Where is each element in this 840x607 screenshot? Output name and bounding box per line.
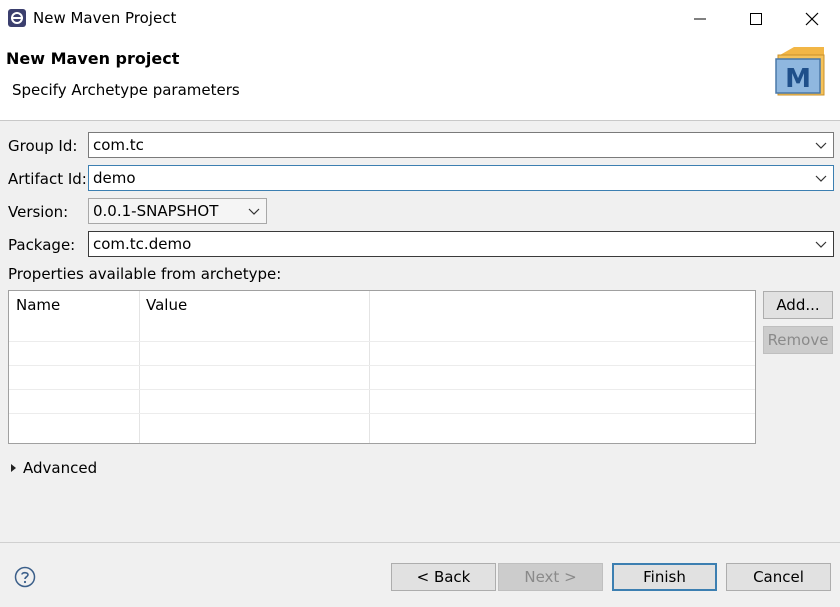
group-id-value: com.tc [93, 136, 144, 154]
table-row [9, 365, 755, 366]
logo-letter: M [785, 64, 811, 94]
title-bar: New Maven Project [0, 0, 840, 37]
cancel-button[interactable]: Cancel [726, 563, 831, 591]
version-select[interactable]: 0.0.1-SNAPSHOT [88, 198, 267, 224]
chevron-down-icon [248, 208, 260, 215]
remove-property-button[interactable]: Remove [763, 326, 833, 354]
package-label: Package: [8, 236, 76, 254]
chevron-down-icon [815, 241, 827, 248]
chevron-down-icon [815, 142, 827, 149]
column-divider[interactable] [369, 291, 370, 443]
maven-logo-icon: M [775, 47, 825, 96]
chevron-down-icon [815, 175, 827, 182]
group-id-combo[interactable]: com.tc [88, 132, 834, 158]
column-header-name[interactable]: Name [16, 296, 60, 314]
column-divider[interactable] [139, 291, 140, 443]
artifact-id-label: Artifact Id: [8, 170, 87, 188]
help-button[interactable] [14, 566, 36, 588]
eclipse-icon [8, 9, 26, 27]
column-header-value[interactable]: Value [146, 296, 187, 314]
maximize-button[interactable] [728, 0, 784, 37]
help-icon [14, 566, 36, 588]
package-value: com.tc.demo [93, 235, 192, 253]
minimize-icon [694, 18, 706, 19]
window-title: New Maven Project [33, 9, 177, 27]
properties-label: Properties available from archetype: [8, 265, 282, 283]
minimize-button[interactable] [672, 0, 728, 37]
maximize-icon [750, 12, 762, 25]
page-title: New Maven project [6, 49, 180, 68]
footer-divider [0, 542, 840, 543]
version-label: Version: [8, 203, 69, 221]
back-button[interactable]: < Back [391, 563, 496, 591]
add-property-button[interactable]: Add... [763, 291, 833, 319]
next-button[interactable]: Next > [498, 563, 603, 591]
close-icon [805, 12, 819, 25]
wizard-header: New Maven project Specify Archetype para… [0, 37, 840, 121]
group-id-label: Group Id: [8, 137, 78, 155]
chevron-right-icon [11, 464, 16, 472]
artifact-id-combo[interactable]: demo [88, 165, 834, 191]
advanced-toggle[interactable]: Advanced [8, 459, 97, 477]
finish-button[interactable]: Finish [612, 563, 717, 591]
table-row [9, 389, 755, 390]
artifact-id-value: demo [93, 169, 136, 187]
package-combo[interactable]: com.tc.demo [88, 231, 834, 257]
page-subtitle: Specify Archetype parameters [12, 81, 240, 99]
properties-table[interactable]: Name Value [8, 290, 756, 444]
table-row [9, 341, 755, 342]
close-button[interactable] [784, 0, 840, 37]
table-row [9, 413, 755, 414]
advanced-label: Advanced [23, 459, 98, 477]
version-value: 0.0.1-SNAPSHOT [93, 202, 219, 220]
